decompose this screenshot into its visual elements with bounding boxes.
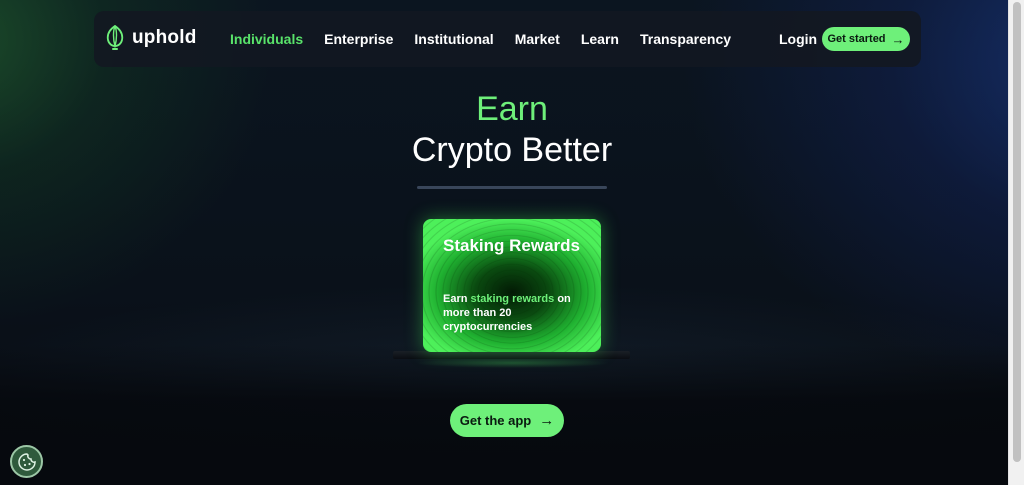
hero-earn-text: Earn	[476, 90, 548, 128]
uphold-logo-icon	[106, 25, 124, 50]
card-stand	[393, 351, 630, 359]
get-started-button[interactable]: Get started →	[822, 27, 910, 51]
card-desc-highlight: staking rewards	[470, 293, 555, 305]
login-link[interactable]: Login	[779, 31, 817, 47]
hero-divider	[417, 186, 607, 189]
nav-item-individuals[interactable]: Individuals	[230, 31, 303, 47]
brand-name: uphold	[132, 27, 197, 48]
card-description: Earn staking rewards on more than 20 cry…	[443, 292, 593, 334]
top-navbar: uphold Individuals Enterprise Institutio…	[94, 11, 921, 67]
staking-rewards-card: Staking Rewards Earn staking rewards on …	[423, 219, 601, 352]
get-the-app-label: Get the app	[459, 413, 532, 428]
arrow-right-icon: →	[539, 412, 555, 429]
page-scrollbar[interactable]	[1008, 0, 1024, 485]
card-title: Staking Rewards	[443, 236, 580, 255]
card-reflection	[415, 358, 610, 368]
get-the-app-button[interactable]: Get the app →	[450, 404, 564, 437]
nav-item-institutional[interactable]: Institutional	[414, 31, 493, 47]
card-desc-prefix: Earn	[443, 293, 471, 305]
hero-title: Crypto Better	[411, 131, 613, 169]
main-nav: Individuals Enterprise Institutional Mar…	[230, 11, 752, 67]
cookie-icon	[17, 452, 36, 471]
cookie-settings-button[interactable]	[10, 445, 43, 478]
arrow-right-icon: →	[891, 31, 905, 47]
nav-item-learn[interactable]: Learn	[581, 31, 619, 47]
nav-item-transparency[interactable]: Transparency	[640, 31, 731, 47]
brand-logo[interactable]: uphold	[105, 25, 197, 51]
scrollbar-thumb[interactable]	[1013, 2, 1021, 462]
nav-item-enterprise[interactable]: Enterprise	[324, 31, 393, 47]
get-started-label: Get started	[827, 33, 886, 45]
nav-item-market[interactable]: Market	[515, 31, 560, 47]
